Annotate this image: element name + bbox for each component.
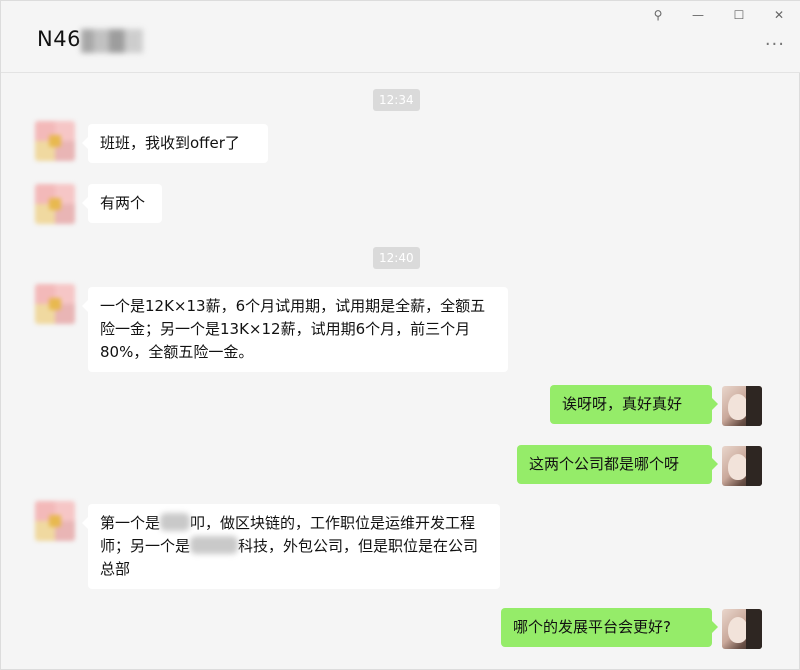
redacted-text-mask (160, 513, 191, 531)
timestamp: 12:40 (373, 247, 420, 269)
redacted-text-mask (190, 536, 239, 554)
contact-avatar[interactable] (35, 501, 75, 541)
contact-avatar[interactable] (35, 121, 75, 161)
minimize-icon[interactable]: — (688, 6, 708, 24)
message-text: 一个是12K×13薪，6个月试用期，试用期是全薪，全额五险一金；另一个是13K×… (100, 297, 486, 361)
chat-window: N46 ⚲ — ☐ ✕ ··· 12:34 班班，我收到offer了 有两个 1… (0, 0, 800, 670)
close-icon[interactable]: ✕ (769, 6, 789, 24)
message-text: 这两个公司都是哪个呀 (529, 455, 680, 473)
redacted-name-mask (81, 29, 143, 53)
pin-icon[interactable]: ⚲ (648, 6, 668, 24)
message-text: 哪个的发展平台会更好? (513, 618, 671, 636)
message-text-part: 第一个是 (100, 514, 161, 532)
outgoing-message: 这两个公司都是哪个呀 (517, 445, 718, 484)
message-text: 班班，我收到offer了 (100, 134, 240, 152)
incoming-message: 班班，我收到offer了 (82, 124, 268, 163)
user-avatar[interactable] (722, 446, 762, 486)
user-avatar[interactable] (722, 609, 762, 649)
chat-header: N46 ⚲ — ☐ ✕ ··· (1, 1, 800, 73)
incoming-message: 第一个是 叩，做区块链的，工作职位是运维开发工程师；另一个是 科技，外包公司，但是职… (82, 504, 500, 589)
outgoing-message: 诶呀呀，真好真好 (550, 385, 718, 424)
timestamp: 12:34 (373, 89, 420, 111)
maximize-icon[interactable]: ☐ (729, 6, 749, 24)
incoming-message: 一个是12K×13薪，6个月试用期，试用期是全薪，全额五险一金；另一个是13K×… (82, 287, 508, 372)
message-text: 有两个 (100, 194, 146, 212)
outgoing-message: 哪个的发展平台会更好? (501, 608, 718, 647)
contact-avatar[interactable] (35, 284, 75, 324)
contact-avatar[interactable] (35, 184, 75, 224)
contact-name: N46 (37, 27, 81, 51)
user-avatar[interactable] (722, 386, 762, 426)
incoming-message: 有两个 (82, 184, 162, 223)
message-text: 诶呀呀，真好真好 (562, 395, 683, 413)
more-icon[interactable]: ··· (765, 36, 785, 54)
